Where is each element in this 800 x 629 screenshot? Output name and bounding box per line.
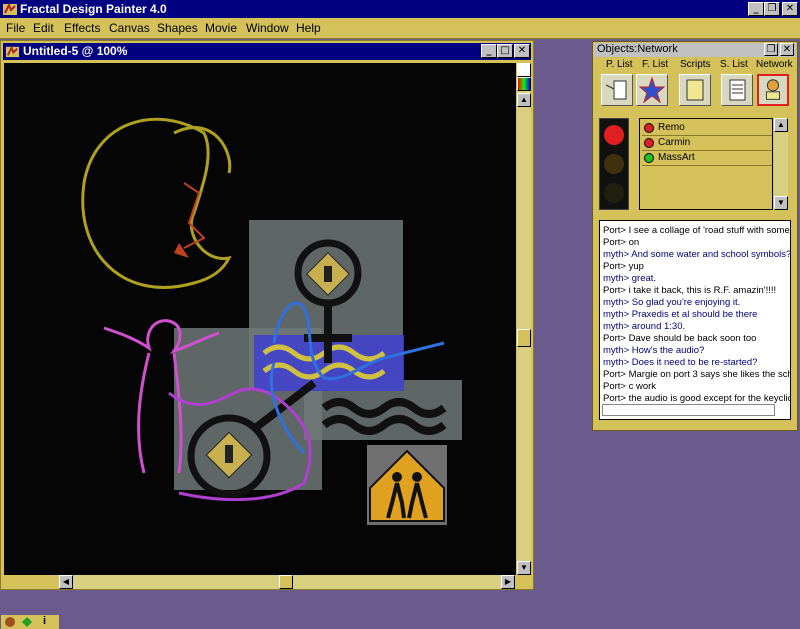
chat-line: Port> on — [603, 237, 640, 248]
menu-file[interactable]: File — [6, 21, 25, 35]
scroll-down-button[interactable]: ▼ — [517, 561, 531, 575]
network-tabs: P. List F. List Scripts S. List Network — [594, 58, 796, 72]
chat-line: myth> And some water and school symbols? — [603, 249, 791, 260]
red-light-icon — [604, 125, 624, 145]
traffic-light — [599, 118, 629, 210]
document-icon[interactable] — [5, 44, 20, 59]
network-restore-button[interactable]: ❐ — [764, 43, 778, 56]
app-titlebar: Fractal Design Painter 4.0 _ ❐ ✕ — [0, 0, 800, 18]
doc-maximize-button[interactable]: □ — [497, 44, 513, 58]
painting-canvas[interactable] — [4, 63, 516, 575]
tab-network[interactable]: Network — [756, 59, 793, 70]
user-name: Carmin — [658, 137, 691, 148]
scroll-up-button[interactable]: ▲ — [517, 93, 531, 107]
list-item[interactable]: MassArt — [642, 151, 772, 166]
document-title: Untitled-5 @ 100% — [23, 44, 128, 58]
chat-line: Port> Margie on port 3 says she likes th… — [603, 369, 791, 380]
minimize-button[interactable]: _ — [748, 2, 764, 16]
user-list-scrollbar[interactable]: ▲ ▼ — [774, 118, 788, 210]
painter-app-icon[interactable] — [2, 1, 18, 17]
menu-window[interactable]: Window — [246, 21, 289, 35]
tab-scripts[interactable]: Scripts — [680, 59, 711, 70]
tab-p-list[interactable]: P. List — [606, 59, 633, 70]
user-name: MassArt — [658, 152, 695, 163]
vertical-scroll-thumb[interactable] — [517, 329, 531, 347]
horizontal-scrollbar[interactable]: ◀ ▶ — [59, 575, 515, 589]
doc-close-button[interactable]: ✕ — [514, 44, 530, 58]
scroll-left-button[interactable]: ◀ — [59, 575, 73, 589]
chat-input[interactable] — [602, 404, 775, 416]
menu-edit[interactable]: Edit — [33, 21, 54, 35]
document-titlebar[interactable]: Untitled-5 @ 100% _ □ ✕ — [3, 43, 531, 60]
chat-line: myth> How's the audio? — [603, 345, 705, 356]
status-dot-icon — [644, 153, 654, 163]
menu-effects[interactable]: Effects — [64, 21, 100, 35]
list-item[interactable]: Carmin — [642, 136, 772, 151]
menubar: File Edit Effects Canvas Shapes Movie Wi… — [0, 18, 800, 39]
document-window: Untitled-5 @ 100% _ □ ✕ ▲ ▼ i ◀ ▶ — [0, 40, 534, 629]
user-list[interactable]: Remo Carmin MassArt — [639, 118, 773, 210]
menu-movie[interactable]: Movie — [205, 21, 237, 35]
scroll-right-button[interactable]: ▶ — [501, 575, 515, 589]
chat-line: Port> c work — [603, 381, 657, 392]
color-picker-icon[interactable] — [517, 63, 531, 77]
horizontal-scroll-thumb[interactable] — [279, 575, 293, 589]
list-item[interactable]: Remo — [642, 121, 772, 136]
tracing-paper-icon[interactable] — [21, 616, 33, 628]
paper-grain-icon[interactable] — [4, 616, 16, 628]
tab-s-list[interactable]: S. List — [720, 59, 748, 70]
menu-canvas[interactable]: Canvas — [109, 21, 150, 35]
close-button[interactable]: ✕ — [782, 2, 798, 16]
chat-line: Port> yup — [603, 261, 644, 272]
status-dot-icon — [644, 123, 654, 133]
chat-log[interactable]: Port> I see a collage of 'road stuff wit… — [599, 220, 791, 420]
star-icon — [638, 76, 666, 104]
doc-minimize-button[interactable]: _ — [481, 44, 497, 58]
artwork — [81, 117, 462, 525]
green-light-icon — [604, 183, 624, 203]
status-dot-icon — [644, 138, 654, 148]
network-tool-5-button[interactable] — [757, 74, 789, 106]
tab-f-list[interactable]: F. List — [642, 59, 668, 70]
status-bar: i — [1, 615, 59, 629]
network-tool-4-button[interactable] — [721, 74, 753, 106]
restore-button[interactable]: ❐ — [764, 2, 780, 16]
desktop-strip — [0, 590, 534, 600]
network-titlebar[interactable]: Objects:Network ❐ ✕ — [594, 43, 796, 57]
yellow-light-icon — [604, 154, 624, 174]
network-tool-2-button[interactable] — [636, 74, 668, 106]
menu-shapes[interactable]: Shapes — [157, 21, 198, 35]
chat-line: myth> So glad you're enjoying it. — [603, 297, 741, 308]
network-tool-3-button[interactable] — [679, 74, 711, 106]
network-palette: Objects:Network ❐ ✕ P. List F. List Scri… — [592, 41, 798, 431]
document-pointer-icon — [605, 80, 627, 100]
chat-line: Port> Dave should be back soon too — [603, 333, 757, 344]
chat-line: myth> Praxedis et al should be there — [603, 309, 758, 320]
network-title: Objects:Network — [597, 43, 678, 55]
network-close-button[interactable]: ✕ — [780, 43, 794, 56]
app-title: Fractal Design Painter 4.0 — [20, 2, 167, 16]
vertical-scrollbar[interactable]: ▲ ▼ — [517, 63, 531, 575]
color-swatch-icon[interactable] — [517, 77, 531, 91]
chat-line: myth> Does it need to be re-started? — [603, 357, 758, 368]
chat-line: myth> around 1:30. — [603, 321, 686, 332]
document-icon — [729, 79, 746, 101]
notepad-icon — [686, 79, 704, 101]
moon-face-drawing — [81, 117, 232, 289]
user-list-scroll-up-button[interactable]: ▲ — [774, 118, 788, 132]
info-button[interactable]: i — [43, 615, 46, 627]
chat-line: Port> i take it back, this is R.F. amazi… — [603, 285, 777, 296]
user-name: Remo — [658, 122, 685, 133]
chat-line: Port> I see a collage of 'road stuff wit… — [603, 225, 790, 236]
user-list-scroll-down-button[interactable]: ▼ — [774, 196, 788, 210]
chat-line: myth> great. — [603, 273, 657, 284]
network-tool-1-button[interactable] — [601, 74, 633, 106]
menu-help[interactable]: Help — [296, 21, 321, 35]
chat-line: Port> the audio is good except for the k… — [603, 393, 791, 404]
person-network-icon — [766, 79, 780, 100]
